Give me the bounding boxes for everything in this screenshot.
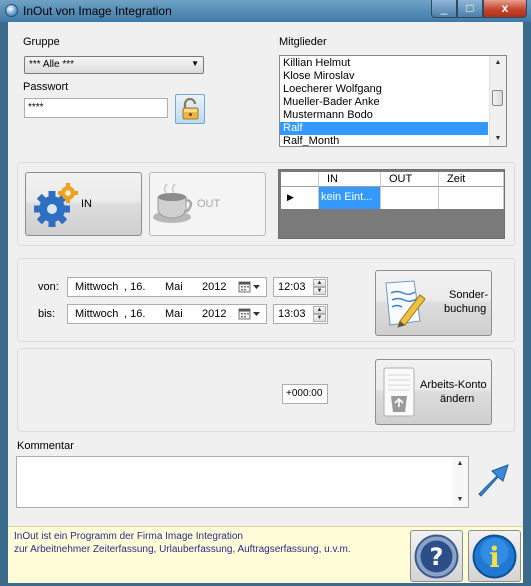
window-title: InOut von Image Integration	[23, 4, 172, 18]
kommentar-scrollbar[interactable]: ▲ ▼	[452, 457, 468, 507]
konto-value-field: +000:00	[282, 384, 328, 404]
maximize-button[interactable]: □	[457, 0, 483, 18]
about-button[interactable]: i	[468, 530, 521, 582]
sonderbuchung-button[interactable]: Sonder- buchung	[375, 270, 492, 336]
bis-time-down-button[interactable]: ▼	[313, 314, 326, 322]
arbeitskonto-button[interactable]: Arbeits-Konto ändern	[375, 359, 492, 425]
close-button[interactable]: x	[483, 0, 527, 18]
unlock-button[interactable]	[175, 94, 205, 124]
bis-time: 13:03	[278, 308, 306, 320]
bis-time-up-button[interactable]: ▲	[313, 306, 326, 314]
info-icon: i	[472, 534, 517, 579]
booking-grid[interactable]: IN OUT Zeit ▶ kein Eint...	[278, 169, 505, 239]
scroll-down-icon[interactable]: ▼	[490, 132, 506, 146]
calendar-icon[interactable]	[238, 281, 262, 293]
von-date-picker[interactable]: Mittwoch , 16. Mai 2012	[67, 277, 267, 297]
minimize-button[interactable]: _	[431, 0, 457, 18]
padlock-icon	[182, 97, 199, 120]
list-item[interactable]: Mueller-Bader Anke	[280, 96, 488, 109]
info-line-1: InOut ist ein Programm der Firma Image I…	[14, 531, 243, 542]
note-pencil-icon	[385, 280, 426, 328]
kommentar-label: Kommentar	[17, 440, 74, 452]
members-scrollbar[interactable]: ▲ ▼	[489, 56, 506, 146]
arbeitskonto-line2: ändern	[440, 393, 475, 405]
list-item[interactable]: Killian Helmut	[280, 57, 488, 70]
calendar-icon[interactable]	[238, 308, 262, 320]
info-bar: InOut ist ein Programm der Firma Image I…	[8, 526, 523, 583]
members-list[interactable]: Killian Helmut Klose Miroslav Loecherer …	[279, 55, 507, 147]
von-time-down-button[interactable]: ▼	[313, 287, 326, 295]
bis-label: bis:	[38, 308, 56, 320]
list-item[interactable]: Mustermann Bodo	[280, 109, 488, 122]
row-marker-icon: ▶	[281, 187, 319, 209]
von-year: 2012	[202, 281, 227, 293]
info-line-2: zur Arbeitnehmer Zeiterfassung, Urlauber…	[14, 544, 351, 555]
grid-cell-zeit[interactable]	[439, 187, 504, 209]
scroll-up-icon[interactable]: ▲	[490, 56, 506, 70]
document-recycle-icon	[383, 367, 415, 417]
passwort-label: Passwort	[23, 81, 69, 93]
app-icon	[5, 4, 18, 17]
grid-header-zeit[interactable]: Zeit	[439, 172, 504, 187]
svg-text:?: ?	[430, 543, 444, 571]
grid-corner	[281, 172, 319, 187]
gruppe-label: Gruppe	[23, 36, 60, 48]
sonderbuchung-line2: buchung	[444, 303, 487, 315]
scroll-thumb[interactable]	[492, 90, 503, 106]
von-time-field[interactable]: 12:03 ▲ ▼	[273, 277, 328, 297]
out-button-label: OUT	[197, 198, 221, 210]
svg-text:i: i	[489, 541, 500, 574]
main-form: Gruppe *** Alle *** ▼ Passwort **** Mitg…	[8, 22, 523, 526]
gruppe-value: *** Alle ***	[29, 59, 75, 70]
password-field[interactable]: ****	[24, 98, 168, 118]
von-time-up-button[interactable]: ▲	[313, 279, 326, 287]
bis-day: , 16.	[124, 308, 146, 320]
help-button[interactable]: ?	[410, 530, 463, 582]
grid-header-out[interactable]: OUT	[381, 172, 439, 187]
scroll-up-icon[interactable]: ▲	[452, 457, 468, 471]
sonderbuchung-line1: Sonder-	[449, 289, 489, 301]
von-label: von:	[38, 281, 59, 293]
list-item[interactable]: Loecherer Wolfgang	[280, 83, 488, 96]
gruppe-select[interactable]: *** Alle *** ▼	[24, 56, 204, 74]
grid-cell-out[interactable]	[381, 187, 439, 209]
arbeitskonto-line1: Arbeits-Konto	[420, 379, 487, 391]
kommentar-textarea[interactable]: ▲ ▼	[16, 456, 469, 508]
von-time: 12:03	[278, 281, 306, 293]
question-icon: ?	[414, 534, 459, 579]
coffee-cup-icon	[153, 183, 193, 223]
bis-year: 2012	[202, 308, 227, 320]
bis-weekday: Mittwoch	[75, 308, 119, 320]
title-bar: InOut von Image Integration _ □ x	[0, 0, 531, 22]
scroll-down-icon[interactable]: ▼	[452, 493, 468, 507]
grid-header-in[interactable]: IN	[319, 172, 381, 187]
gear-icon	[34, 183, 78, 227]
bis-time-field[interactable]: 13:03 ▲ ▼	[273, 304, 328, 324]
von-month: Mai	[165, 281, 183, 293]
konto-value: +000:00	[286, 388, 323, 399]
list-item-selected[interactable]: Ralf	[280, 122, 488, 135]
bis-date-picker[interactable]: Mittwoch , 16. Mai 2012	[67, 304, 267, 324]
grid-cell-in[interactable]: kein Eint...	[319, 187, 381, 209]
list-item[interactable]: Klose Miroslav	[280, 70, 488, 83]
von-weekday: Mittwoch	[75, 281, 119, 293]
mitglieder-label: Mitglieder	[279, 36, 327, 48]
arrow-icon[interactable]	[475, 462, 511, 498]
von-day: , 16.	[124, 281, 146, 293]
out-button[interactable]: OUT	[149, 172, 266, 236]
bis-month: Mai	[165, 308, 183, 320]
in-button[interactable]: IN	[25, 172, 142, 236]
in-button-label: IN	[81, 198, 92, 210]
list-item[interactable]: Ralf_Month	[280, 135, 488, 146]
chevron-down-icon: ▼	[191, 59, 199, 68]
